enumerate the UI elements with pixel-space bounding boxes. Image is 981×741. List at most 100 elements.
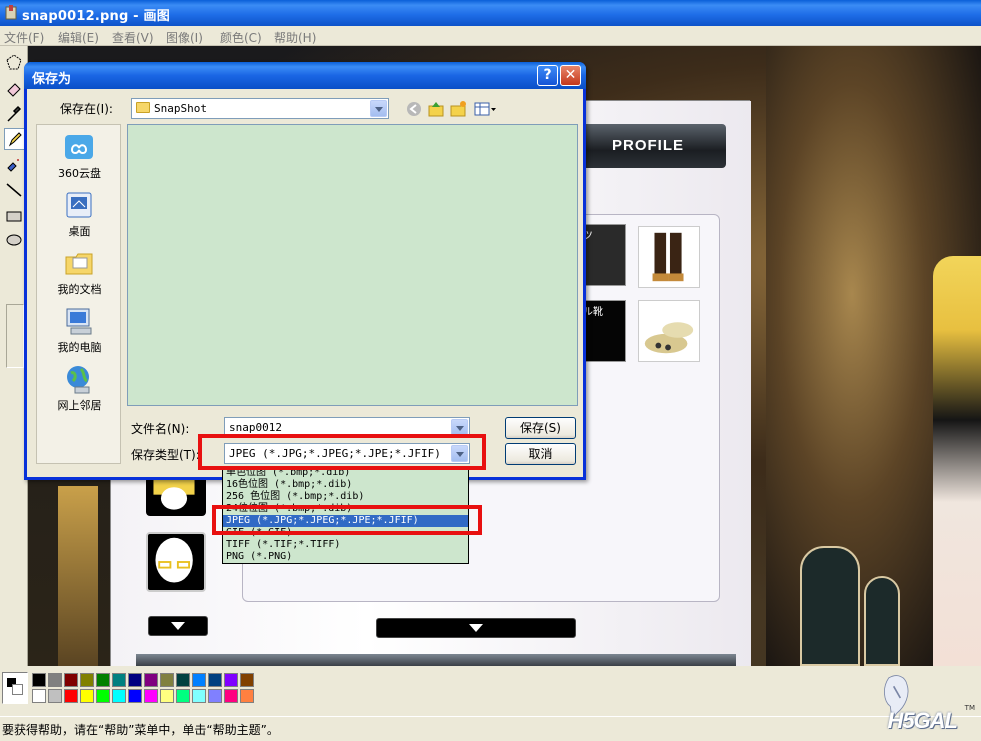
color-swatch[interactable] bbox=[64, 673, 78, 687]
color-swatch[interactable] bbox=[240, 673, 254, 687]
dialog-titlebar[interactable]: 保存为 ? ✕ bbox=[24, 62, 586, 89]
select-tool-icon[interactable] bbox=[4, 52, 26, 74]
color-swatch[interactable] bbox=[128, 689, 142, 703]
pencil-tool-icon[interactable] bbox=[4, 128, 26, 150]
color-swatch[interactable] bbox=[176, 673, 190, 687]
my-computer-icon bbox=[63, 305, 95, 337]
place-desktop[interactable]: 桌面 bbox=[37, 185, 122, 241]
airbrush-tool-icon[interactable] bbox=[4, 154, 26, 176]
filetype-option[interactable]: 16色位图 (*.bmp;*.dib) bbox=[223, 479, 468, 491]
close-button[interactable]: ✕ bbox=[560, 65, 581, 86]
folder-icon bbox=[136, 102, 150, 113]
place-my-documents[interactable]: 我的文档 bbox=[37, 243, 122, 299]
menu-bar: 文件(F) 编辑(E) 查看(V) 图像(I) 颜色(C) 帮助(H) bbox=[0, 26, 981, 46]
color-swatch[interactable] bbox=[144, 689, 158, 703]
game-profile-button: PROFILE bbox=[570, 124, 726, 168]
up-folder-icon[interactable] bbox=[427, 100, 445, 118]
cancel-button[interactable]: 取消 bbox=[505, 443, 576, 465]
color-swatch[interactable] bbox=[240, 689, 254, 703]
save-button[interactable]: 保存(S) bbox=[505, 417, 576, 439]
save-in-combo[interactable]: SnapShot bbox=[131, 98, 389, 119]
eraser-tool-icon[interactable] bbox=[4, 78, 26, 100]
filetype-option[interactable]: PNG (*.PNG) bbox=[223, 551, 468, 563]
status-text: 要获得帮助，请在“帮助”菜单中，单击“帮助主题”。 bbox=[2, 723, 279, 737]
filetype-option[interactable]: TIFF (*.TIF;*.TIFF) bbox=[223, 539, 468, 551]
status-bar: 要获得帮助，请在“帮助”菜单中，单击“帮助主题”。 bbox=[0, 716, 981, 741]
color-swatch[interactable] bbox=[144, 673, 158, 687]
places-bar: 360云盘 桌面 我的文档 我的电脑 网上邻居 bbox=[36, 124, 121, 464]
color-swatch[interactable] bbox=[112, 689, 126, 703]
line-tool-icon[interactable] bbox=[4, 180, 26, 202]
save-in-value: SnapShot bbox=[154, 102, 207, 115]
menu-edit[interactable]: 编辑(E) bbox=[58, 29, 99, 46]
menu-file[interactable]: 文件(F) bbox=[4, 29, 44, 46]
back-icon[interactable] bbox=[405, 100, 423, 118]
game-building-left bbox=[58, 486, 98, 666]
window-title: snap0012.png - 画图 bbox=[22, 9, 170, 24]
color-swatch[interactable] bbox=[208, 673, 222, 687]
color-swatch[interactable] bbox=[96, 673, 110, 687]
game-item-boots bbox=[638, 226, 700, 288]
background-color bbox=[12, 684, 23, 695]
color-swatch[interactable] bbox=[32, 689, 46, 703]
color-swatch[interactable] bbox=[96, 689, 110, 703]
my-documents-icon bbox=[63, 247, 95, 279]
color-swatch[interactable] bbox=[176, 689, 190, 703]
paint-app-icon bbox=[5, 5, 17, 20]
filename-label: 文件名(N): bbox=[131, 422, 190, 436]
game-building-window bbox=[864, 576, 900, 666]
color-swatch[interactable] bbox=[32, 673, 46, 687]
filetype-option[interactable]: 256 色位图 (*.bmp;*.dib) bbox=[223, 491, 468, 503]
menu-help[interactable]: 帮助(H) bbox=[274, 29, 316, 46]
game-avatar-tile bbox=[146, 532, 206, 592]
game-tabs-strip bbox=[136, 654, 736, 666]
save-as-dialog: 保存为 ? ✕ 保存在(I): SnapShot 360云盘 桌面 我的文档 我… bbox=[24, 62, 586, 480]
color-swatch[interactable] bbox=[48, 689, 62, 703]
chevron-down-icon[interactable] bbox=[370, 100, 387, 117]
color-swatch[interactable] bbox=[160, 689, 174, 703]
color-swatch[interactable] bbox=[208, 689, 222, 703]
view-menu-icon[interactable] bbox=[473, 100, 497, 118]
game-character bbox=[933, 256, 981, 666]
current-colors[interactable] bbox=[2, 672, 28, 704]
ellipse-tool-icon[interactable] bbox=[4, 230, 26, 252]
menu-image[interactable]: 图像(I) bbox=[166, 29, 203, 46]
tool-options-box[interactable] bbox=[6, 304, 24, 368]
color-swatch[interactable] bbox=[112, 673, 126, 687]
highlight-box-filetype bbox=[198, 434, 486, 470]
file-list[interactable] bbox=[127, 124, 578, 406]
window-titlebar[interactable]: snap0012.png - 画图 bbox=[0, 0, 981, 26]
h5gal-watermark-logo: H5GAL TM bbox=[852, 668, 981, 738]
color-swatch[interactable] bbox=[48, 673, 62, 687]
color-swatch[interactable] bbox=[224, 673, 238, 687]
game-scroll-down-button bbox=[376, 618, 576, 638]
help-button[interactable]: ? bbox=[537, 65, 558, 86]
color-picker-tool-icon[interactable] bbox=[4, 104, 26, 126]
color-swatch[interactable] bbox=[80, 689, 94, 703]
highlight-box-jpeg-option bbox=[212, 505, 482, 535]
color-swatch[interactable] bbox=[160, 673, 174, 687]
place-network[interactable]: 网上邻居 bbox=[37, 359, 122, 415]
network-globe-icon bbox=[63, 363, 95, 395]
cloud-drive-icon bbox=[63, 131, 95, 163]
place-360-cloud[interactable]: 360云盘 bbox=[37, 127, 122, 183]
save-in-label: 保存在(I): bbox=[60, 102, 113, 116]
game-item-shoes bbox=[638, 300, 700, 362]
dialog-title: 保存为 bbox=[32, 72, 72, 87]
color-swatch[interactable] bbox=[192, 689, 206, 703]
menu-colors[interactable]: 颜色(C) bbox=[220, 29, 262, 46]
color-swatch[interactable] bbox=[80, 673, 94, 687]
color-swatch[interactable] bbox=[128, 673, 142, 687]
desktop-icon bbox=[63, 189, 95, 221]
color-swatch[interactable] bbox=[224, 689, 238, 703]
new-folder-icon[interactable] bbox=[449, 100, 467, 118]
game-building-window bbox=[800, 546, 860, 666]
color-swatch[interactable] bbox=[64, 689, 78, 703]
rectangle-tool-icon[interactable] bbox=[4, 206, 26, 228]
game-scroll-down-button bbox=[148, 616, 208, 636]
filename-value: snap0012 bbox=[229, 421, 282, 434]
place-my-computer[interactable]: 我的电脑 bbox=[37, 301, 122, 357]
color-swatch[interactable] bbox=[192, 673, 206, 687]
filetype-label: 保存类型(T): bbox=[131, 448, 200, 462]
menu-view[interactable]: 查看(V) bbox=[112, 29, 154, 46]
